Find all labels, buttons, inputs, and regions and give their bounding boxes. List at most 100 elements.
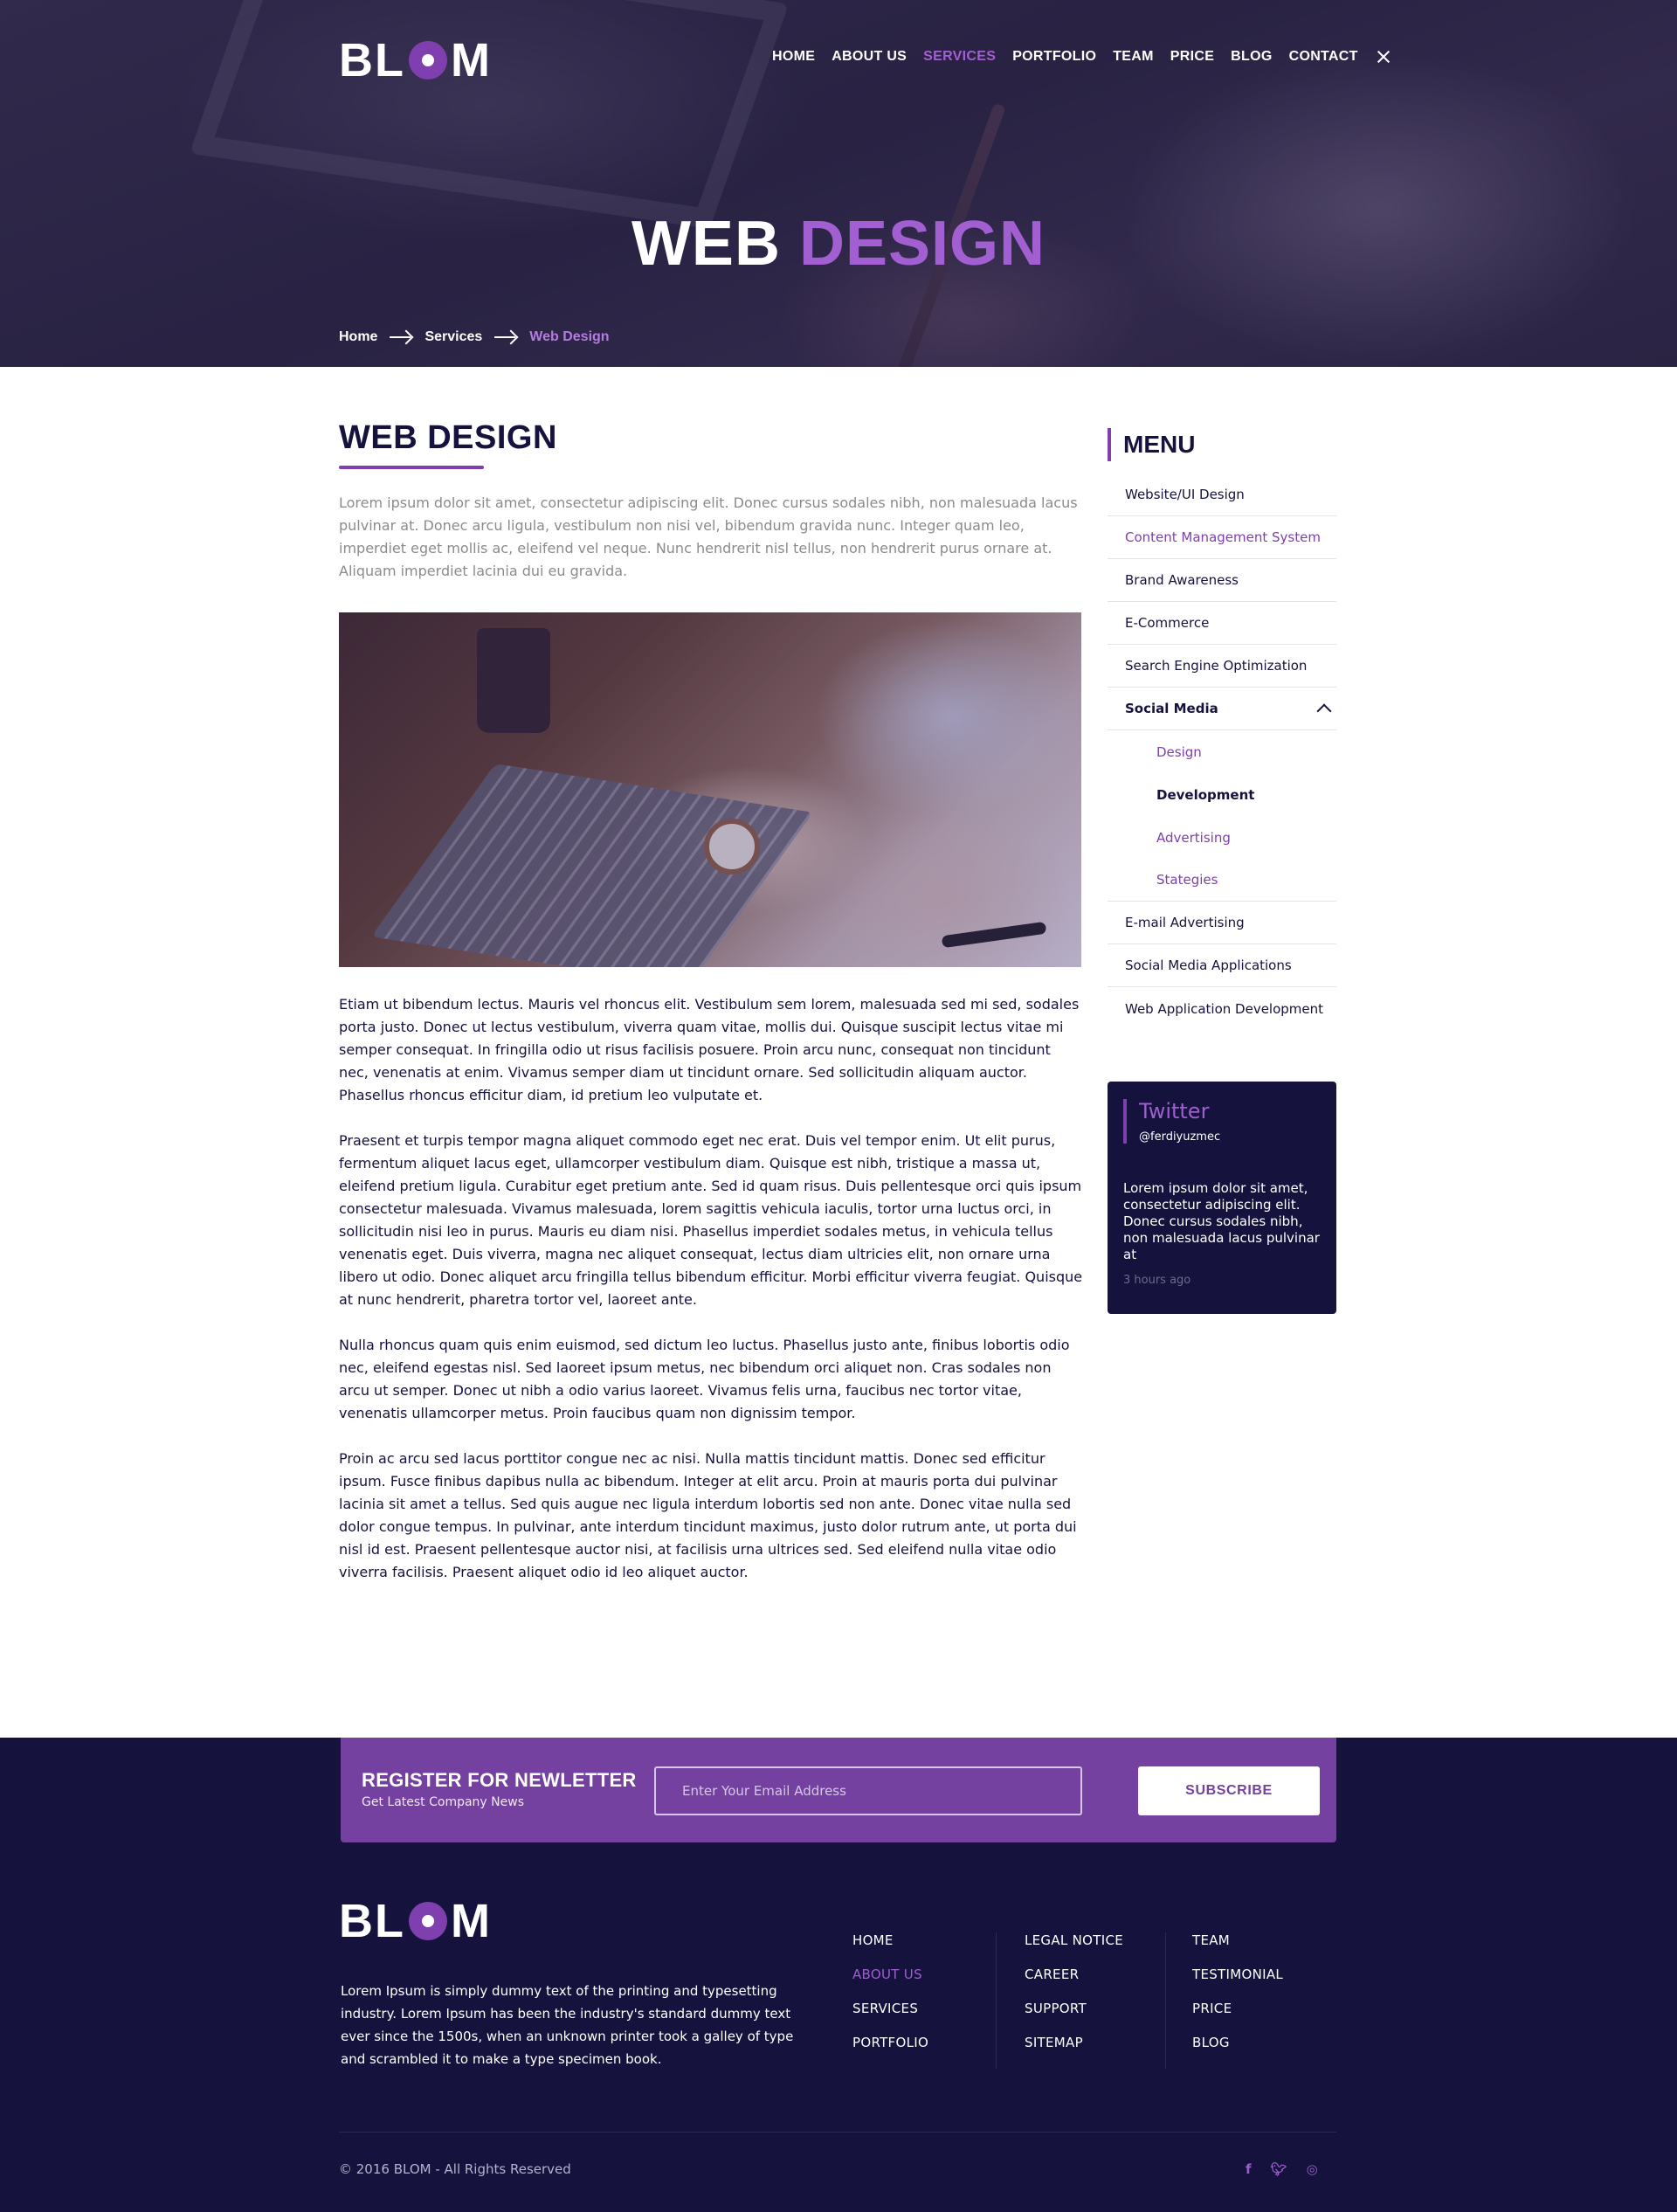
twitter-header: Twitter @ferdiyuzmec xyxy=(1123,1099,1321,1144)
footer-divider xyxy=(339,2132,1336,2133)
sidebar-subitem-design[interactable]: Design xyxy=(1108,730,1336,773)
sidebar-item-label: Advertising xyxy=(1156,829,1231,846)
sidebar-subitem-development[interactable]: Development xyxy=(1108,773,1336,816)
sidebar-item-label: Web Application Development xyxy=(1125,1000,1324,1017)
article-paragraph: Praesent et turpis tempor magna aliquet … xyxy=(339,1132,1083,1308)
nav-portfolio[interactable]: PORTFOLIO xyxy=(1012,49,1096,65)
keyboard-shape xyxy=(370,764,814,967)
hero-banner: BL M HOME ABOUT US SERVICES PORTFOLIO TE… xyxy=(0,0,1677,367)
newsletter-subheading: Get Latest Company News xyxy=(362,1795,524,1809)
cup-shape xyxy=(477,628,550,733)
twitter-handle[interactable]: @ferdiyuzmec xyxy=(1139,1130,1321,1144)
twitter-title: Twitter xyxy=(1139,1099,1210,1123)
tweet-text: Lorem ipsum dolor sit amet, consectetur … xyxy=(1123,1180,1320,1262)
main-nav: HOME ABOUT US SERVICES PORTFOLIO TEAM PR… xyxy=(772,49,1391,65)
sidebar-subitem-stategies[interactable]: Stategies xyxy=(1108,859,1336,902)
footer-links-col-3: TEAM TESTIMONIAL PRICE BLOG xyxy=(1165,1932,1283,2069)
logo-text-left: BL xyxy=(339,34,405,86)
sidebar-heading-text: MENU xyxy=(1123,431,1196,458)
footer-link-home[interactable]: HOME xyxy=(852,1932,928,1951)
footer-link-portfolio[interactable]: PORTFOLIO xyxy=(852,2035,928,2053)
footer-link-services[interactable]: SERVICES xyxy=(852,2001,928,2019)
sidebar-item-label: Social Media Applications xyxy=(1125,957,1292,973)
social-links: f 🐦︎ ◎ xyxy=(1246,2161,1318,2177)
sidebar-item-brand-awareness[interactable]: Brand Awareness xyxy=(1108,559,1336,602)
sidebar-item-website-ui-design[interactable]: Website/UI Design xyxy=(1108,474,1336,516)
footer-link-about-us[interactable]: ABOUT US xyxy=(852,1967,928,1985)
pen-shape xyxy=(941,921,1047,949)
footer-link-blog[interactable]: BLOG xyxy=(1192,2035,1283,2053)
arrow-right-icon xyxy=(494,331,517,343)
footer-about-text: Lorem Ipsum is simply dummy text of the … xyxy=(341,1983,794,2067)
tweet-time: 3 hours ago xyxy=(1123,1274,1191,1287)
footer-link-team[interactable]: TEAM xyxy=(1192,1932,1283,1951)
nav-blog[interactable]: BLOG xyxy=(1231,49,1272,65)
logo[interactable]: BL M xyxy=(339,33,492,87)
sidebar-item-social-media-applications[interactable]: Social Media Applications xyxy=(1108,944,1336,987)
sidebar-item-label: Stategies xyxy=(1156,872,1218,888)
footer-link-sitemap[interactable]: SITEMAP xyxy=(1025,2035,1123,2053)
breadcrumb-services[interactable]: Services xyxy=(424,329,482,345)
facebook-icon[interactable]: f xyxy=(1246,2161,1252,2177)
sidebar-item-label: Search Engine Optimization xyxy=(1125,658,1308,674)
copyright-text: © 2016 BLOM - All Rights Reserved xyxy=(339,2161,571,2177)
newsletter-box: REGISTER FOR NEWLETTER Get Latest Compan… xyxy=(341,1738,1336,1842)
footer-links-col-1: HOME ABOUT US SERVICES PORTFOLIO xyxy=(852,1932,928,2069)
sidebar: MENU Website/UI Design Content Managemen… xyxy=(1108,428,1336,1030)
main-content: WEB DESIGN Lorem ipsum dolor sit amet, c… xyxy=(339,419,1083,1607)
footer-logo[interactable]: BL M xyxy=(339,1894,492,1948)
nav-contact[interactable]: CONTACT xyxy=(1289,49,1358,65)
sidebar-item-label: Development xyxy=(1156,786,1255,803)
page-title: WEB DESIGN xyxy=(339,419,557,456)
sidebar-item-label: E-mail Advertising xyxy=(1125,915,1245,930)
footer: REGISTER FOR NEWLETTER Get Latest Compan… xyxy=(0,1738,1677,2212)
nav-services[interactable]: SERVICES xyxy=(923,49,996,65)
breadcrumb-current: Web Design xyxy=(529,329,610,344)
heading-accent-bar xyxy=(1108,428,1111,461)
sidebar-heading: MENU xyxy=(1108,428,1336,461)
footer-link-legal-notice[interactable]: LEGAL NOTICE xyxy=(1025,1932,1123,1951)
sidebar-item-label: Website/UI Design xyxy=(1125,487,1245,502)
logo-text-right: M xyxy=(450,1895,492,1947)
logo-text-right: M xyxy=(450,34,492,86)
nav-price[interactable]: PRICE xyxy=(1170,49,1214,65)
footer-links-col-2: LEGAL NOTICE CAREER SUPPORT SITEMAP xyxy=(996,1932,1123,2069)
sidebar-item-cms[interactable]: Content Management System xyxy=(1108,516,1336,559)
footer-link-career[interactable]: CAREER xyxy=(1025,1967,1123,1985)
instagram-icon[interactable]: ◎ xyxy=(1307,2161,1318,2177)
sidebar-subitem-advertising[interactable]: Advertising xyxy=(1108,816,1336,859)
article-paragraph: Nulla rhoncus quam quis enim euismod, se… xyxy=(339,1337,1070,1421)
watch-shape xyxy=(704,819,760,874)
article-body: Etiam ut bibendum lectus. Mauris vel rho… xyxy=(339,993,1083,1584)
footer-link-price[interactable]: PRICE xyxy=(1192,2001,1283,2019)
hero-title-purple: DESIGN xyxy=(798,209,1046,279)
sidebar-item-label: Design xyxy=(1156,743,1202,760)
arrow-right-icon xyxy=(390,331,412,343)
nav-about-us[interactable]: ABOUT US xyxy=(832,49,907,65)
laptop-photo xyxy=(339,612,1081,967)
breadcrumb: Home Services Web Design xyxy=(339,329,610,345)
twitter-icon[interactable]: 🐦︎ xyxy=(1271,2161,1287,2177)
close-icon[interactable] xyxy=(1377,50,1391,64)
subscribe-button[interactable]: SUBSCRIBE xyxy=(1138,1766,1320,1815)
email-input[interactable] xyxy=(654,1766,1082,1815)
sidebar-item-label: E-Commerce xyxy=(1125,615,1210,631)
footer-link-support[interactable]: SUPPORT xyxy=(1025,2001,1123,2019)
sidebar-item-email-advertising[interactable]: E-mail Advertising xyxy=(1108,902,1336,944)
sidebar-item-web-application-development[interactable]: Web Application Development xyxy=(1108,987,1336,1030)
footer-link-testimonial[interactable]: TESTIMONIAL xyxy=(1192,1967,1283,1985)
hero-title: WEB DESIGN xyxy=(0,208,1677,280)
newsletter-heading: REGISTER FOR NEWLETTER xyxy=(362,1769,637,1791)
sidebar-item-label: Brand Awareness xyxy=(1125,572,1239,588)
nav-team[interactable]: TEAM xyxy=(1113,49,1154,65)
nav-home[interactable]: HOME xyxy=(772,49,815,65)
logo-o-icon xyxy=(408,41,447,79)
chevron-up-icon[interactable] xyxy=(1316,703,1332,719)
sidebar-item-e-commerce[interactable]: E-Commerce xyxy=(1108,602,1336,645)
logo-text-left: BL xyxy=(339,1895,405,1947)
breadcrumb-home[interactable]: Home xyxy=(339,329,377,345)
sidebar-item-social-media[interactable]: Social Media xyxy=(1108,688,1336,730)
sidebar-item-label: Social Media xyxy=(1125,701,1218,716)
hero-title-white: WEB xyxy=(631,209,781,279)
sidebar-item-seo[interactable]: Search Engine Optimization xyxy=(1108,645,1336,688)
